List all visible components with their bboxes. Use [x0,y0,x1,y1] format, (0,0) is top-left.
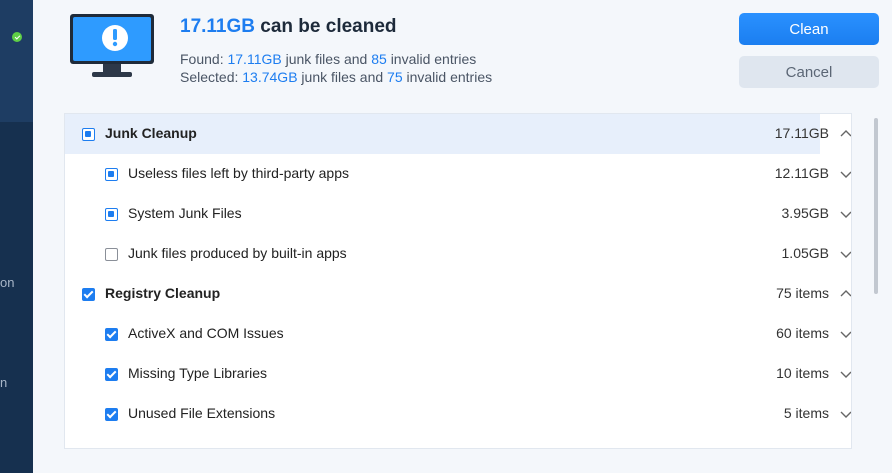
selected-text: junk files and [301,69,384,85]
found-suffix: invalid entries [390,51,477,67]
subcategory-row[interactable]: Missing Type Libraries 10 items [65,354,851,394]
total-size: 17.11GB [180,16,255,37]
found-text: junk files and [285,51,368,67]
row-label: Missing Type Libraries [128,365,268,381]
row-label: Junk files produced by built-in apps [128,245,347,261]
chevron-down-icon[interactable] [840,368,852,380]
monitor-warning-icon [70,14,154,77]
subcategory-row[interactable]: Junk files produced by built-in apps 1.05… [65,234,851,274]
checkbox[interactable] [105,328,118,341]
sidebar-active-band[interactable] [0,0,33,122]
clean-button[interactable]: Clean [739,13,879,45]
row-size: 60 items [776,325,829,341]
checkbox[interactable] [105,368,118,381]
chevron-down-icon[interactable] [840,168,852,180]
selected-size: 13.74GB [242,69,298,85]
checkbox[interactable] [105,168,118,181]
cleanup-list: Junk Cleanup 17.11GB Useless files left by… [64,113,852,449]
checkbox[interactable] [82,288,95,301]
checkbox[interactable] [105,208,118,221]
row-size: 5 items [783,405,829,421]
sidebar: on n [0,0,33,473]
scan-summary-title: 17.11GB can be cleaned [180,16,397,38]
row-label: Registry Cleanup [105,285,221,301]
row-size: 1.05GB [781,245,829,261]
subcategory-row[interactable]: Useless files left by third-party apps 12… [65,154,851,194]
chevron-down-icon[interactable] [840,328,852,340]
scrollbar-thumb[interactable] [874,118,878,294]
checkbox[interactable] [105,408,118,421]
subcategory-row[interactable]: Unused File Extensions 5 items [65,394,851,434]
sidebar-item-fragment[interactable]: n [0,375,7,390]
chevron-down-icon[interactable] [840,208,852,220]
found-invalid-count: 85 [371,51,387,67]
subcategory-row[interactable]: ActiveX and COM Issues 60 items [65,314,851,354]
found-label: Found: [180,51,224,67]
title-text: can be cleaned [260,16,397,37]
chevron-down-icon[interactable] [840,408,852,420]
row-size: 3.95GB [781,205,829,221]
row-label: System Junk Files [128,205,242,221]
cancel-button[interactable]: Cancel [739,56,879,88]
found-summary: Found: 17.11GB junk files and 85 invalid… [180,51,476,67]
selected-label: Selected: [180,69,239,85]
checkbox[interactable] [105,248,118,261]
category-row[interactable]: Junk Cleanup 17.11GB [65,114,851,154]
main-panel: 17.11GB can be cleaned Found: 17.11GB ju… [33,0,892,473]
chevron-up-icon[interactable] [840,288,852,300]
subcategory-row[interactable]: System Junk Files 3.95GB [65,194,851,234]
found-size: 17.11GB [227,51,282,67]
row-label: Junk Cleanup [105,125,197,141]
row-label: Unused File Extensions [128,405,276,421]
selected-invalid-count: 75 [387,69,403,85]
category-row[interactable]: Registry Cleanup 75 items [65,274,851,314]
selected-summary: Selected: 13.74GB junk files and 75 inva… [180,69,492,85]
row-size: 12.11GB [774,165,829,181]
row-size: 10 items [776,365,829,381]
row-size: 17.11GB [774,125,829,141]
status-ok-icon [12,32,22,42]
sidebar-item-fragment[interactable]: on [0,275,14,290]
checkbox[interactable] [82,128,95,141]
row-label: Useless files left by third-party apps [128,165,349,181]
selected-suffix: invalid entries [406,69,493,85]
row-label: ActiveX and COM Issues [128,325,284,341]
chevron-up-icon[interactable] [840,128,852,140]
chevron-down-icon[interactable] [840,248,852,260]
row-size: 75 items [776,285,829,301]
